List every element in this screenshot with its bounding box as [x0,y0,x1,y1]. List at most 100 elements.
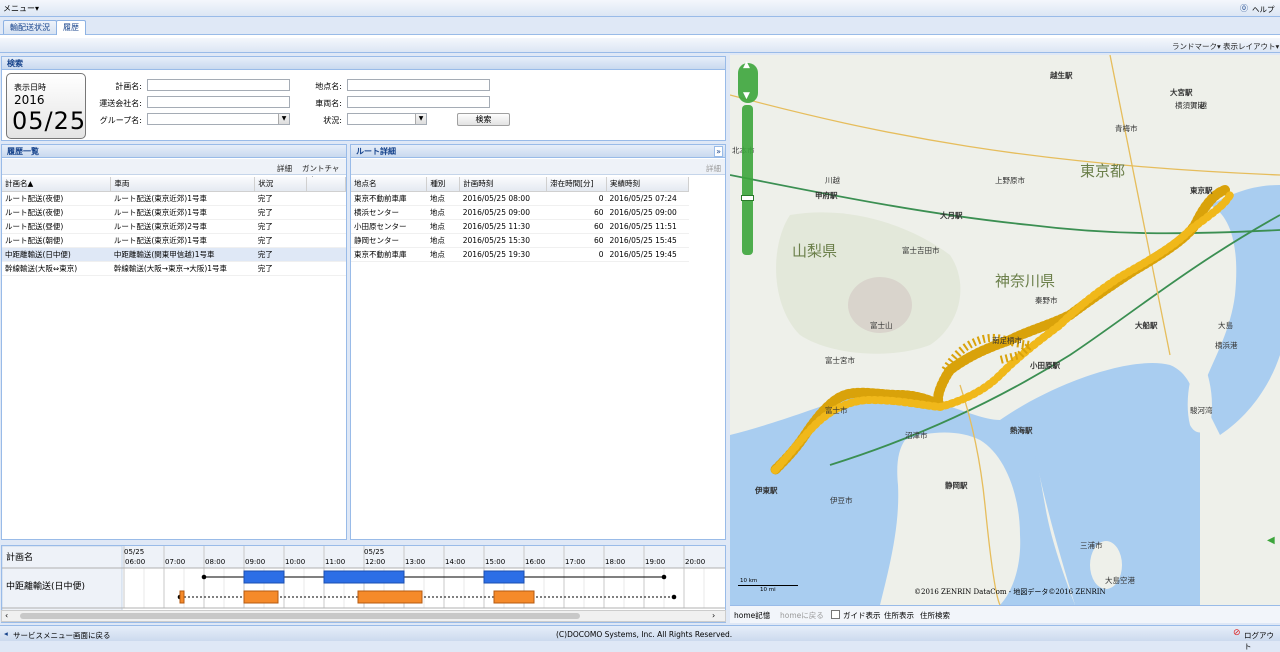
vehicle-input[interactable] [347,96,490,108]
map-view[interactable]: 越生駅大宮駅川越北本市青梅市東京都東京駅甲府駅大月駅山梨県神奈川県富士吉田市富士… [730,55,1280,605]
route-detail-button[interactable]: 詳細 [706,163,721,174]
table-row[interactable]: 静岡センター 地点 2016/05/25 15:30 60 2016/05/25 15:… [351,233,689,248]
scroll-left-icon[interactable]: ‹ [5,611,8,620]
home-return-button[interactable]: homeに戻る [780,610,824,621]
gantt-actual-bar [357,590,423,604]
map-place-label: 上野原市 [995,176,1025,185]
map-place-label: 大月駅 [940,211,963,220]
gantt-time-label: 14:00 [445,558,465,566]
table-row[interactable]: 東京不動前車庫 地点 2016/05/25 19:30 0 2016/05/25 19:… [351,247,689,262]
chevron-down-icon[interactable]: ▼ [415,114,426,124]
table-row[interactable]: ルート配送(昼便) ルート配送(東京近郊)2号車 完了 [2,219,346,234]
table-row[interactable]: 中距離輸送(日中便) 中距離輸送(関東甲信越)1号車 完了 [2,247,346,262]
zoom-out-icon[interactable]: ◀ [1267,535,1275,546]
map-place-label: 横浜港 [1215,341,1238,350]
map-place-label: 大島空港 [1105,576,1135,585]
col-place[interactable]: 地点名 [351,177,428,192]
logout-icon[interactable]: ⊘ [1233,628,1241,638]
group-select[interactable]: ▼ [147,113,290,125]
col-plan-time[interactable]: 計画時刻 [459,177,548,192]
gantt-actual-end [671,594,677,600]
table-row[interactable]: ルート配送(朝便) ルート配送(東京近郊)1号車 完了 [2,233,346,248]
plan-name-input[interactable] [147,79,290,91]
gantt-actual-bar [243,590,279,604]
scroll-thumb[interactable] [20,613,580,619]
expand-icon[interactable]: » [714,146,723,157]
status-select[interactable]: ▼ [347,113,427,125]
col-vehicle[interactable]: 車両 [110,177,256,192]
map-place-label: 秦野市 [1035,296,1058,305]
zoom-handle[interactable] [741,195,754,201]
table-cell-filler [306,191,346,206]
gantt-time-label: 09:00 [245,558,265,566]
landmark-dropdown[interactable]: ランドマーク▾ [1172,41,1221,52]
map-place-label: 南足柄市 [992,336,1022,345]
home-save-button[interactable]: home記憶 [734,610,770,621]
table-cell: 2016/05/25 19:30 [459,247,547,262]
table-row[interactable]: 横浜センター 地点 2016/05/25 09:00 60 2016/05/25 09:… [351,205,689,220]
logout-link[interactable]: ログアウト [1244,630,1280,652]
table-cell: 東京不動前車庫 [351,247,427,262]
table-cell: 小田原センター [351,219,427,234]
table-row[interactable]: ルート配送(夜便) ルート配送(東京近郊)1号車 完了 [2,205,346,220]
gantt-plan-bar [243,570,285,584]
table-row[interactable]: 小田原センター 地点 2016/05/25 11:30 60 2016/05/25 11… [351,219,689,234]
zoom-slider[interactable] [742,105,753,255]
col-stay[interactable]: 滞在時間[分] [546,177,608,192]
arrow-down-icon[interactable]: ▼ [743,91,750,101]
table-cell: ルート配送(夜便) [2,191,111,206]
address-display-button[interactable]: 住所表示 [884,610,914,621]
back-arrow-icon[interactable]: ◂ [4,629,8,638]
search-button[interactable]: 検索 [457,113,510,126]
detail-button[interactable]: 詳細 [277,163,292,174]
table-cell: 2016/05/25 07:24 [606,191,689,206]
table-cell: 地点 [426,205,460,220]
guide-label[interactable]: ガイド表示 [843,610,881,621]
col-actual-time[interactable]: 実績時刻 [606,177,689,192]
gantt-col-label: 計画名 [6,551,33,563]
help-link[interactable]: ヘルプ [1252,4,1275,15]
table-cell-filler [306,233,346,248]
menu-button[interactable]: メニュー▾ [3,3,39,14]
gantt-time-label: 16:00 [525,558,545,566]
map-footer: home記憶 homeに戻る ガイド表示 住所表示 住所検索 [730,605,1280,623]
arrow-up-icon[interactable]: ▲ [743,60,750,70]
tab-history[interactable]: 履歴 [56,20,86,36]
col-type[interactable]: 種別 [426,177,461,192]
map-place-label: 富士宮市 [825,356,855,365]
table-cell: 2016/05/25 15:45 [606,233,689,248]
search-panel: 検索 表示日時 2016 05/25 計画名: 運送会社名: グループ名: ▼ … [1,56,726,141]
scale-mi: 10 mi [760,587,776,593]
address-search-button[interactable]: 住所検索 [920,610,950,621]
guide-checkbox[interactable] [831,610,840,619]
gantt-time-label: 12:00 [365,558,385,566]
map-place-label: 熱海駅 [1010,426,1033,435]
table-cell: 2016/05/25 09:00 [459,205,547,220]
table-cell: ルート配送(昼便) [2,219,111,234]
layout-dropdown[interactable]: 表示レイアウト▾ [1223,41,1279,52]
scroll-right-icon[interactable]: › [712,611,715,620]
help-icon[interactable]: ⓪ [1240,3,1248,14]
gantt-date-label: 05/25 [124,548,144,556]
tab-delivery-status[interactable]: 輸配送状況 [3,20,57,34]
table-row[interactable]: 幹線輸送(大阪⇔東京) 幹線輸送(大阪→東京→大阪)1号車 完了 [2,261,346,276]
table-cell-filler [306,205,346,220]
place-input[interactable] [347,79,490,91]
map-place-label: 甲府駅 [815,191,838,200]
history-header: 履歴一覧 [2,145,346,158]
map-place-label: 伊豆市 [830,496,853,505]
col-plan-name[interactable]: 計画名▲ [2,177,112,192]
gantt-time-label: 11:00 [325,558,345,566]
map-canvas[interactable] [730,55,1280,605]
carrier-input[interactable] [147,96,290,108]
table-cell: 幹線輸送(大阪⇔東京) [2,261,111,276]
back-to-menu-link[interactable]: サービスメニュー画面に戻る [13,630,111,641]
view-toolbar: ランドマーク▾ 表示レイアウト▾ [0,38,1280,53]
table-cell: 完了 [254,191,307,206]
gantt-scrollbar[interactable]: ‹ › [1,610,726,622]
route-table: 地点名 種別 計画時刻 滞在時間[分] 実績時刻 東京不動前車庫 地点 2016/0… [351,177,689,262]
table-row[interactable]: 東京不動前車庫 地点 2016/05/25 08:00 0 2016/05/25 07:… [351,191,689,206]
table-row[interactable]: ルート配送(夜便) ルート配送(東京近郊)1号車 完了 [2,191,346,206]
route-toolbar: 詳細 [351,159,725,175]
col-status[interactable]: 状況 [254,177,308,192]
